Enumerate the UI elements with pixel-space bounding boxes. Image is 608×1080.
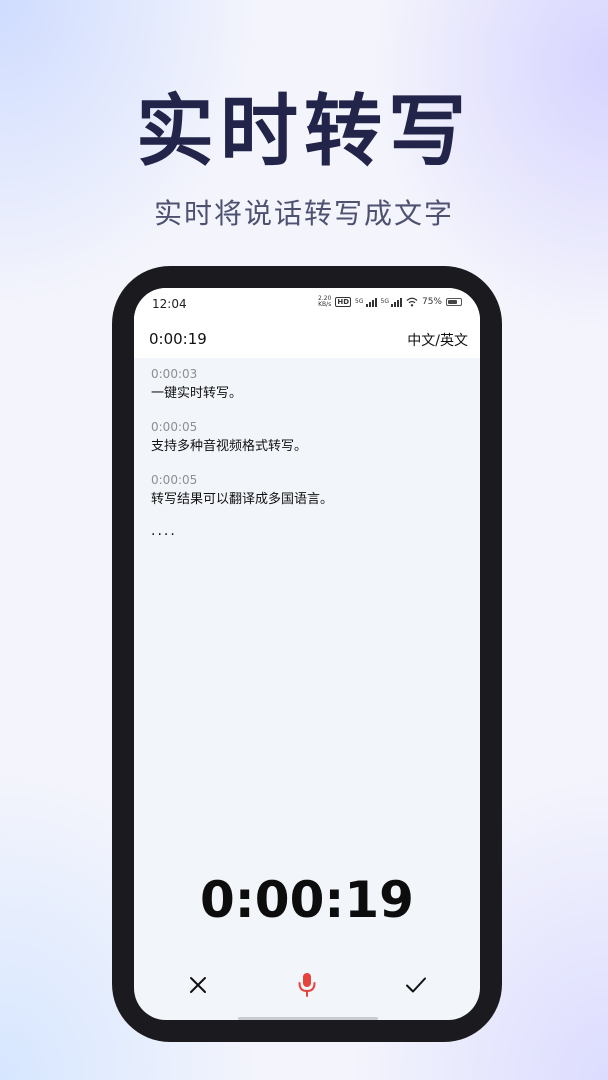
recording-controls	[134, 966, 480, 1006]
signal-label-1: 5G	[355, 297, 364, 305]
entry-text: 一键实时转写。	[151, 386, 243, 401]
entry-timestamp: 0:00:03	[151, 367, 198, 381]
battery-percent: 75%	[421, 297, 442, 307]
transcript-entry: 0:00:03 一键实时转写。	[151, 364, 463, 404]
microphone-button[interactable]	[292, 970, 322, 1000]
battery-icon	[446, 298, 462, 306]
status-bar: 12:04 2.20 KB/s HD 5G 5G 75%	[134, 288, 480, 320]
net-speed: 2.20 KB/s	[318, 296, 331, 308]
microphone-icon	[298, 973, 316, 997]
wifi-icon	[406, 297, 418, 307]
phone-frame: 12:04 2.20 KB/s HD 5G 5G 75% 0:00:19 中文/…	[112, 266, 502, 1042]
status-icons: 2.20 KB/s HD 5G 5G 75%	[318, 296, 462, 308]
hero-title: 实时转写	[135, 87, 472, 177]
entry-timestamp: 0:00:05	[151, 473, 198, 487]
entry-text: 支持多种音视频格式转写。	[151, 439, 308, 454]
transcript-list: 0:00:03 一键实时转写。 0:00:05 支持多种音视频格式转写。 0:0…	[151, 364, 463, 539]
signal-icon-2: 5G	[380, 297, 402, 307]
cancel-button[interactable]	[183, 970, 213, 1000]
checkmark-icon	[406, 977, 426, 993]
net-speed-unit: KB/s	[318, 301, 332, 308]
phone-screen: 12:04 2.20 KB/s HD 5G 5G 75% 0:00:19 中文/…	[134, 288, 480, 1020]
transcript-more: ....	[151, 523, 177, 539]
close-icon	[190, 977, 206, 993]
header-timer: 0:00:19	[149, 330, 207, 348]
home-indicator	[238, 1017, 378, 1020]
recording-timer: 0:00:19	[200, 871, 414, 929]
battery-fill	[448, 300, 457, 304]
confirm-button[interactable]	[401, 970, 431, 1000]
signal-label-2: 5G	[380, 297, 389, 305]
transcript-entry: 0:00:05 转写结果可以翻译成多国语言。	[151, 470, 463, 510]
hero-subtitle: 实时将说话转写成文字	[153, 197, 454, 230]
app-header: 0:00:19 中文/英文	[134, 320, 480, 358]
language-toggle-button[interactable]: 中文/英文	[407, 330, 468, 350]
transcript-entry: 0:00:05 支持多种音视频格式转写。	[151, 417, 463, 457]
hd-badge: HD	[335, 297, 352, 307]
entry-text: 转写结果可以翻译成多国语言。	[151, 492, 334, 507]
status-time: 12:04	[152, 297, 187, 311]
signal-icon-1: 5G	[355, 297, 377, 307]
entry-timestamp: 0:00:05	[151, 420, 198, 434]
